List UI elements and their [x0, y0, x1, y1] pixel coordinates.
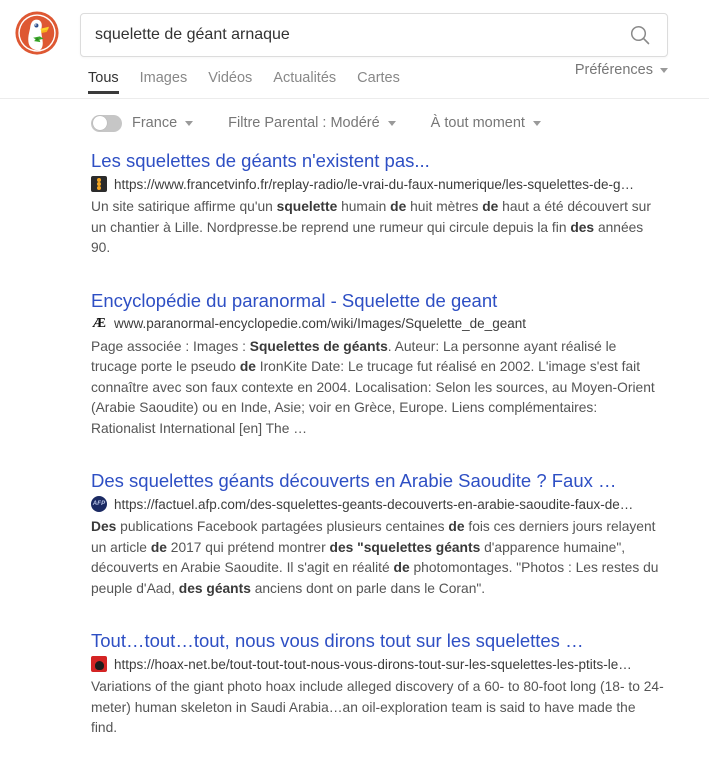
search-result: Encyclopédie du paranormal - Squelette d…	[91, 290, 665, 440]
result-snippet: Des publications Facebook partagées plus…	[91, 519, 659, 596]
result-title-link[interactable]: Encyclopédie du paranormal - Squelette d…	[91, 290, 665, 312]
chevron-down-icon	[387, 120, 396, 126]
result-snippet: Page associée : Images : Squelettes de g…	[91, 338, 655, 436]
search-tabs: Tous Images Vidéos Actualités Cartes	[88, 62, 400, 94]
parental-filter-label: Filtre Parental : Modéré	[228, 115, 380, 131]
search-result: Tout…tout…tout, nous vous dirons tout su…	[91, 630, 665, 739]
page-header: Tous Images Vidéos Actualités Cartes Pré…	[0, 0, 709, 99]
francetvinfo-favicon-icon	[91, 176, 107, 192]
paranormal-encyclopedie-favicon-icon: Æ	[92, 315, 106, 331]
result-title-link[interactable]: Tout…tout…tout, nous vous dirons tout su…	[91, 630, 665, 652]
region-filter[interactable]: France	[132, 115, 194, 131]
time-filter[interactable]: À tout moment	[431, 115, 541, 131]
chevron-down-icon	[532, 120, 541, 126]
search-button[interactable]	[613, 14, 667, 56]
result-url[interactable]: https://www.francetvinfo.fr/replay-radio…	[114, 177, 634, 192]
results-list: Les squelettes de géants n'existent pas.…	[0, 150, 709, 770]
search-results-page: Tous Images Vidéos Actualités Cartes Pré…	[0, 0, 709, 784]
result-snippet: Variations of the giant photo hoax inclu…	[91, 679, 664, 735]
search-bar[interactable]	[80, 13, 668, 57]
result-url[interactable]: https://hoax-net.be/tout-tout-tout-nous-…	[114, 657, 632, 672]
result-url-row: https://www.francetvinfo.fr/replay-radio…	[91, 176, 665, 192]
search-result: Des squelettes géants découverts en Arab…	[91, 470, 665, 599]
search-input[interactable]	[81, 14, 613, 56]
hoax-net-favicon-icon	[91, 656, 107, 672]
nav-row: Tous Images Vidéos Actualités Cartes Pré…	[0, 62, 709, 99]
result-title-link[interactable]: Les squelettes de géants n'existent pas.…	[91, 150, 665, 172]
safe-search-toggle[interactable]	[91, 114, 122, 132]
tab-tous[interactable]: Tous	[88, 70, 119, 94]
tab-cartes[interactable]: Cartes	[357, 70, 400, 94]
tab-actualites[interactable]: Actualités	[273, 70, 336, 94]
time-filter-label: À tout moment	[430, 115, 525, 131]
toggle-knob	[92, 116, 107, 130]
search-result: Les squelettes de géants n'existent pas.…	[91, 150, 665, 259]
afp-favicon-icon: AFP	[91, 496, 107, 512]
chevron-down-icon	[185, 120, 194, 126]
result-url[interactable]: www.paranormal-encyclopedie.com/wiki/Ima…	[114, 316, 526, 331]
tab-images[interactable]: Images	[140, 70, 188, 94]
parental-filter[interactable]: Filtre Parental : Modéré	[228, 115, 396, 131]
duckduckgo-logo-icon[interactable]	[14, 10, 60, 56]
result-title-link[interactable]: Des squelettes géants découverts en Arab…	[91, 470, 665, 492]
result-url-row: https://hoax-net.be/tout-tout-tout-nous-…	[91, 656, 665, 672]
filter-bar: France Filtre Parental : Modéré À tout m…	[0, 99, 709, 147]
result-snippet: Un site satirique affirme qu'un squelett…	[91, 199, 651, 255]
region-filter-label: France	[132, 115, 178, 131]
preferences-menu[interactable]: Préférences	[575, 62, 668, 78]
chevron-down-icon	[660, 67, 668, 73]
result-url-row: AFP https://factuel.afp.com/des-squelett…	[91, 496, 665, 512]
result-url-row: Æ www.paranormal-encyclopedie.com/wiki/I…	[91, 316, 665, 332]
result-url[interactable]: https://factuel.afp.com/des-squelettes-g…	[114, 497, 633, 512]
tab-videos[interactable]: Vidéos	[208, 70, 252, 94]
preferences-label: Préférences	[574, 62, 653, 78]
search-icon	[630, 25, 650, 45]
